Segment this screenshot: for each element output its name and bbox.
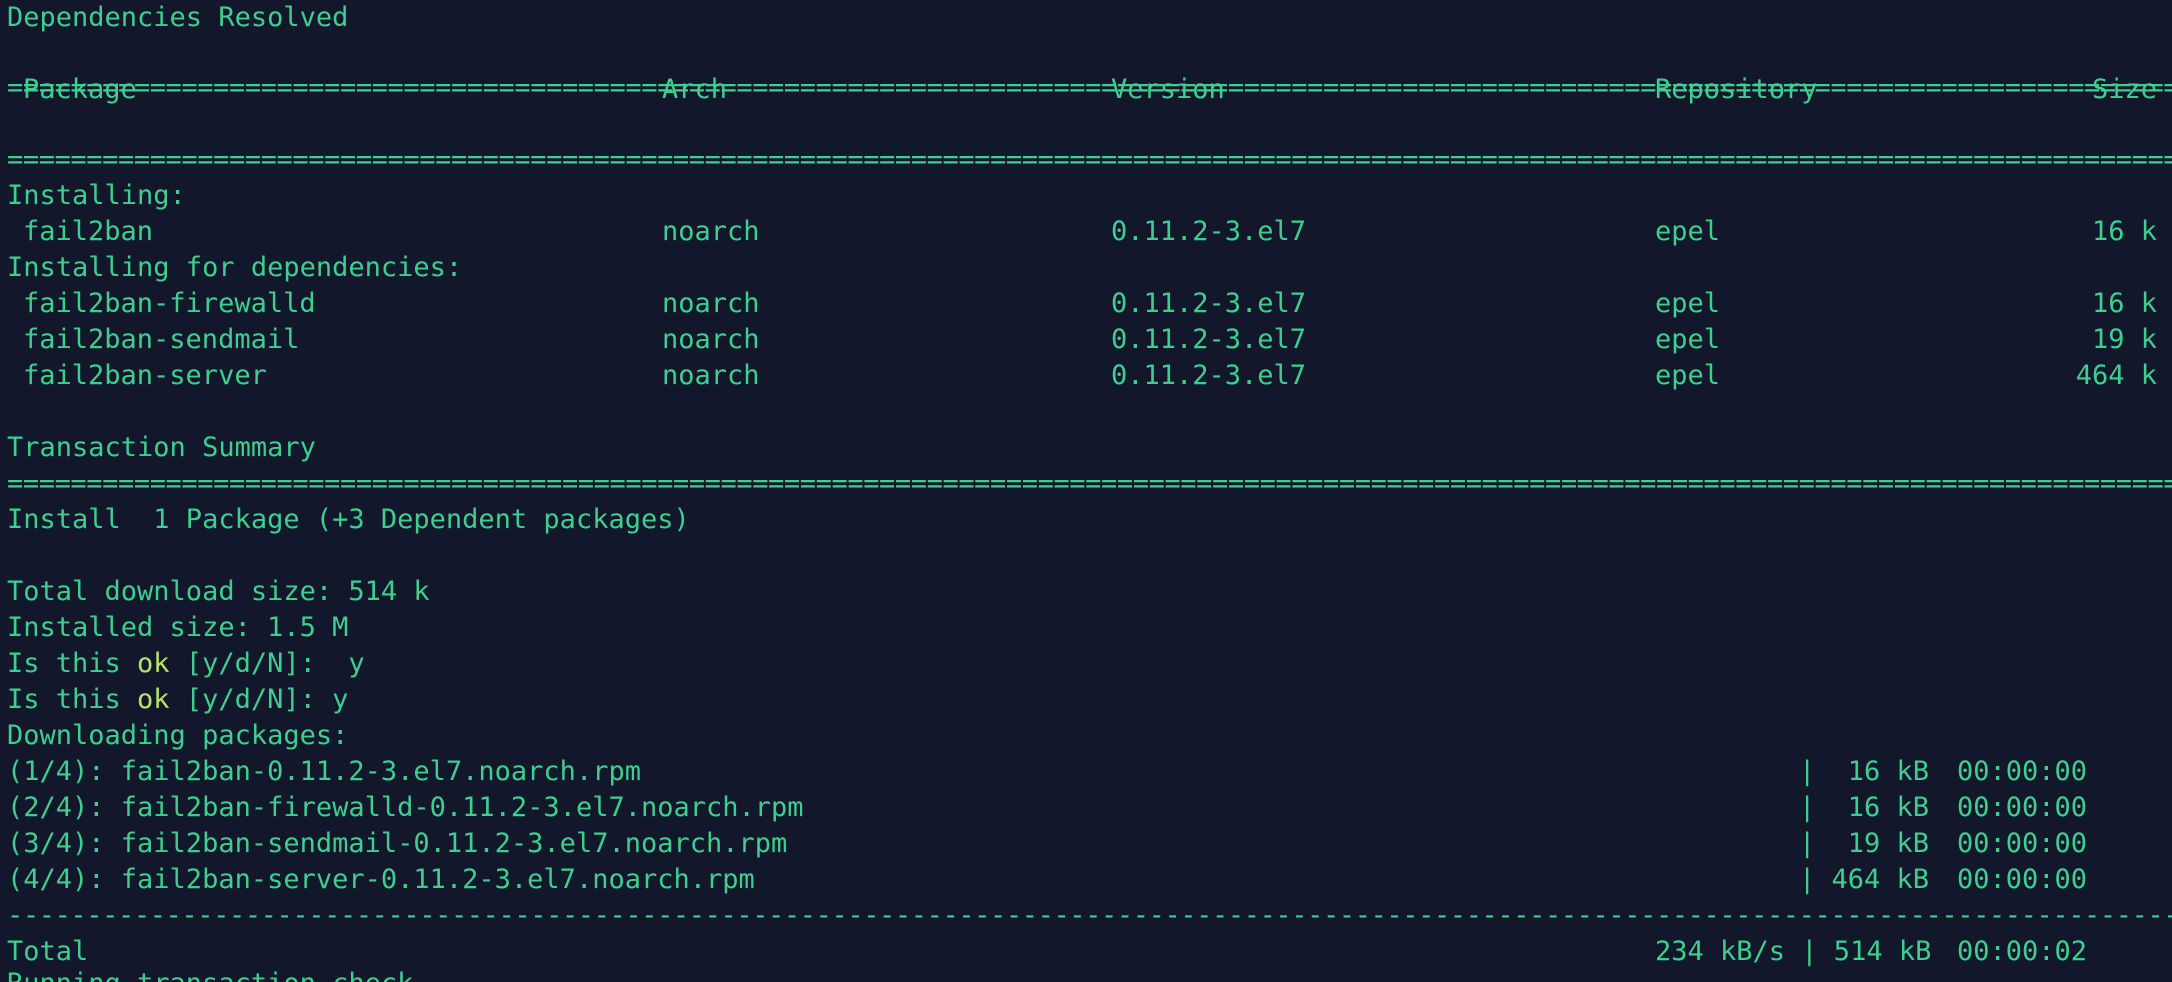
prompt-suffix: [y/d/N]: y: [169, 684, 349, 715]
total-label: Total: [7, 936, 89, 967]
header-version: Version: [1111, 74, 1225, 105]
prompt-prefix: Is this: [7, 648, 138, 679]
row-version: 0.11.2-3.el7: [1111, 288, 1307, 319]
total-time: 00:00:02: [1957, 936, 2088, 967]
installed-size: Installed size: 1.5 M: [7, 612, 349, 643]
confirm-prompt: Is this ok [y/d/N]: y: [7, 682, 348, 718]
download-file: (1/4): fail2ban-0.11.2-3.el7.noarch.rpm: [7, 756, 641, 787]
row-version: 0.11.2-3.el7: [1111, 216, 1307, 247]
row-size: 19 k: [2091, 324, 2157, 355]
table-row: fail2ban-firewalld noarch 0.11.2-3.el7 e…: [7, 286, 2157, 322]
row-repository: epel: [1655, 216, 1721, 247]
total-rate: 234 kB/s | 514 kB: [1655, 936, 1932, 967]
download-row: (4/4): fail2ban-server-0.11.2-3.el7.noar…: [7, 862, 2157, 898]
download-time: 00:00:00: [1957, 792, 2088, 823]
row-version: 0.11.2-3.el7: [1111, 360, 1307, 391]
row-arch: noarch: [662, 360, 760, 391]
download-time: 00:00:00: [1957, 756, 2088, 787]
separator-double: ========================================…: [7, 144, 2172, 175]
transaction-summary-title: Transaction Summary: [7, 432, 316, 463]
download-size: | 464 kB: [1799, 864, 1930, 895]
header-repository: Repository: [1655, 74, 1818, 105]
separator-double: ========================================…: [7, 468, 2172, 499]
row-arch: noarch: [662, 288, 760, 319]
download-row: (1/4): fail2ban-0.11.2-3.el7.noarch.rpm …: [7, 754, 2157, 790]
download-row: (3/4): fail2ban-sendmail-0.11.2-3.el7.no…: [7, 826, 2157, 862]
dependencies-label: Installing for dependencies:: [7, 252, 463, 283]
table-row: fail2ban noarch 0.11.2-3.el7 epel 16 k: [7, 214, 2157, 250]
download-time: 00:00:00: [1957, 828, 2088, 859]
row-size: 464 k: [2075, 360, 2157, 391]
download-size: | 16 kB: [1799, 792, 1930, 823]
install-summary: Install 1 Package (+3 Dependent packages…: [7, 504, 690, 535]
row-arch: noarch: [662, 216, 760, 247]
terminal-window[interactable]: Dependencies Resolved ==================…: [0, 0, 2172, 982]
running-transaction-line: Running transaction check: [7, 966, 413, 982]
header-package: Package: [23, 74, 137, 105]
row-repository: epel: [1655, 324, 1721, 355]
row-package: fail2ban-sendmail: [23, 324, 300, 355]
prompt-prefix: Is this: [7, 684, 138, 715]
row-repository: epel: [1655, 360, 1721, 391]
total-download-size: Total download size: 514 k: [7, 576, 430, 607]
download-row: (2/4): fail2ban-firewalld-0.11.2-3.el7.n…: [7, 790, 2157, 826]
prompt-suffix: [y/d/N]: y: [169, 648, 365, 679]
download-file: (4/4): fail2ban-server-0.11.2-3.el7.noar…: [7, 864, 755, 895]
dependencies-heading: Dependencies Resolved: [7, 2, 349, 33]
separator-dashed: ----------------------------------------…: [7, 900, 2172, 931]
row-repository: epel: [1655, 288, 1721, 319]
prompt-ok: ok: [137, 648, 170, 679]
row-version: 0.11.2-3.el7: [1111, 324, 1307, 355]
row-arch: noarch: [662, 324, 760, 355]
confirm-prompt: Is this ok [y/d/N]: y: [7, 646, 365, 682]
download-file: (3/4): fail2ban-sendmail-0.11.2-3.el7.no…: [7, 828, 788, 859]
download-file: (2/4): fail2ban-firewalld-0.11.2-3.el7.n…: [7, 792, 804, 823]
total-row: Total 234 kB/s | 514 kB 00:00:02: [7, 934, 2157, 970]
downloading-label: Downloading packages:: [7, 720, 349, 751]
row-package: fail2ban: [23, 216, 154, 247]
header-size: Size: [2091, 74, 2157, 105]
table-row: fail2ban-sendmail noarch 0.11.2-3.el7 ep…: [7, 322, 2157, 358]
installing-label: Installing:: [7, 180, 186, 211]
row-package: fail2ban-server: [23, 360, 267, 391]
download-time: 00:00:00: [1957, 864, 2088, 895]
download-size: | 16 kB: [1799, 756, 1930, 787]
row-size: 16 k: [2091, 288, 2157, 319]
row-package: fail2ban-firewalld: [23, 288, 316, 319]
table-row: fail2ban-server noarch 0.11.2-3.el7 epel…: [7, 358, 2157, 394]
header-arch: Arch: [662, 74, 728, 105]
row-size: 16 k: [2091, 216, 2157, 247]
table-header: Package Arch Version Repository Size: [7, 72, 2157, 108]
prompt-ok: ok: [137, 684, 170, 715]
download-size: | 19 kB: [1799, 828, 1930, 859]
